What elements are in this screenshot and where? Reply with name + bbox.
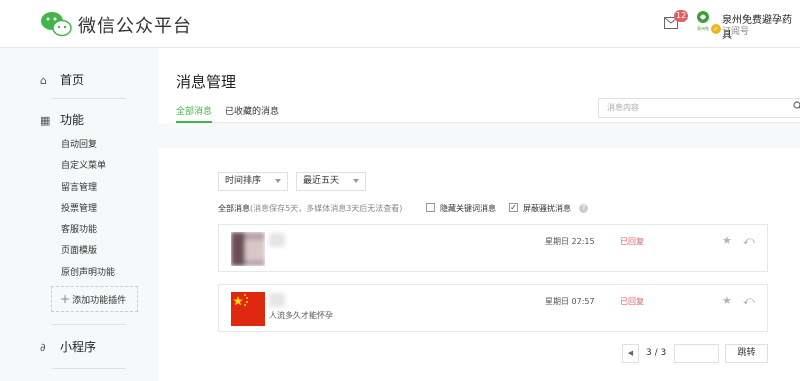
page-title: 消息管理 [176,73,237,91]
message-row[interactable]: 星期日 22:15 已回复 ★ ⤺ [218,224,768,272]
account-avatar[interactable]: 泉州免 [694,9,712,33]
sidebar-divider [52,324,126,325]
star-icon[interactable]: ★ [722,294,732,307]
message-row[interactable]: 人流多久才能怀孕 星期日 07:57 已回复 ★ ⤺ [218,284,768,332]
wechat-logo-icon [41,12,72,37]
reply-icon[interactable]: ⤺ [743,294,755,308]
chevron-down-icon [353,179,359,183]
sidebar-item-comments[interactable]: 留言管理 [61,180,97,193]
subscription-badge-icon: ✓ [711,24,721,34]
message-time: 星期日 07:57 [545,297,595,306]
star-icon[interactable]: ★ [722,234,732,247]
svg-text:泉州免: 泉州免 [697,25,709,31]
chevron-down-icon [275,179,281,183]
hide-keyword-checkbox[interactable] [426,203,435,212]
add-plugin-button[interactable]: + 添加功能插件 [51,286,138,312]
sidebar-item-customer-service[interactable]: 客服功能 [61,222,97,235]
tab-all-messages[interactable]: 全部消息 [176,104,212,117]
sidebar-item-home[interactable]: ⌂ 首页 [40,71,84,88]
sidebar-item-auto-reply[interactable]: 自动回复 [61,137,97,150]
sender-name[interactable] [269,293,285,307]
mail-count-badge: 12 [674,10,689,22]
sidebar-item-miniprogram[interactable]: ∂ 小程序 [40,338,96,355]
sender-name[interactable] [269,233,285,247]
tab-starred-messages[interactable]: 已收藏的消息 [225,104,279,117]
sidebar-item-features[interactable]: ▦ 功能 [40,111,84,128]
reply-status: 已回复 [620,237,644,246]
help-icon[interactable]: ? [579,204,588,213]
top-header: 微信公众平台 12 泉州免 泉州免费避孕药具 ✓ 订阅号 [0,0,800,48]
block-spam-checkbox[interactable]: ✓ [509,203,518,212]
sidebar-item-page-templates[interactable]: 页面模版 [61,243,97,256]
grid-icon: ▦ [40,114,51,127]
hide-keyword-label[interactable]: 隐藏关键词消息 [440,203,496,214]
reply-icon[interactable]: ⤺ [743,234,755,248]
content-top-band [158,123,800,148]
sidebar-item-custom-menu[interactable]: 自定义菜单 [61,158,106,171]
chevron-left-icon: ◀ [627,349,634,357]
block-spam-label[interactable]: 屏蔽骚扰消息 [523,203,571,214]
home-icon: ⌂ [40,74,47,87]
user-avatar[interactable] [231,232,265,266]
search-icon[interactable] [793,101,800,111]
filter-description: 全部消息(消息保存5天，多媒体消息3天后无法查看) [218,204,403,213]
plus-icon: + [60,292,71,306]
user-avatar[interactable] [231,292,265,326]
page-indicator: 3 / 3 [646,348,667,358]
sidebar-divider [52,368,126,369]
prev-page-button[interactable]: ◀ [622,344,639,363]
search-input[interactable]: 消息内容 [598,98,800,118]
reply-status: 已回复 [620,297,644,306]
go-page-button[interactable]: 跳转 [725,344,768,363]
sort-select[interactable]: 时间排序 [218,172,288,191]
account-type: 订阅号 [722,27,750,37]
sidebar-divider [52,98,126,99]
message-time: 星期日 22:15 [545,237,595,246]
sidebar-item-votes[interactable]: 投票管理 [61,201,97,214]
brand-title[interactable]: 微信公众平台 [78,12,192,38]
message-text: 人流多久才能怀孕 [269,311,333,320]
page-number-input[interactable] [674,344,719,363]
sidebar-item-original-claim[interactable]: 原创声明功能 [61,265,115,278]
link-icon: ∂ [40,341,46,354]
range-select[interactable]: 最近五天 [296,172,366,191]
